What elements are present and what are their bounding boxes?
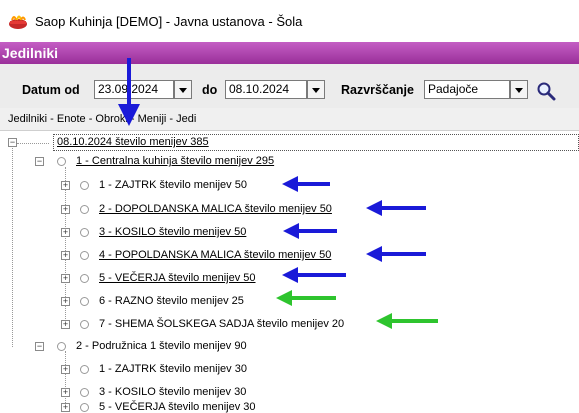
tree-unit-node[interactable]: 2 - Podružnica 1 število menijev 90 (76, 340, 247, 352)
expand-toggle[interactable]: + (61, 274, 70, 283)
blue-left-arrow-icon (282, 267, 346, 283)
blue-left-arrow-icon (283, 223, 337, 239)
tree-connector (12, 143, 13, 347)
expand-toggle[interactable]: + (61, 365, 70, 374)
title-bar: Saop Kuhinja [DEMO] - Javna ustanova - Š… (0, 0, 579, 42)
node-circle-icon (80, 320, 89, 329)
node-circle-icon (80, 205, 89, 214)
collapse-toggle[interactable]: − (8, 138, 17, 147)
sort-select[interactable]: Padajoče (424, 80, 510, 99)
node-circle-icon (80, 365, 89, 374)
node-circle-icon (80, 251, 89, 260)
blue-left-arrow-icon (366, 200, 426, 216)
expand-toggle[interactable]: + (61, 181, 70, 190)
expand-toggle[interactable]: + (61, 205, 70, 214)
date-from-dropdown-button[interactable] (174, 80, 192, 99)
tree-meal-node[interactable]: 1 - ZAJTRK število menijev 50 (99, 179, 247, 191)
sort-dropdown-button[interactable] (510, 80, 528, 99)
expand-toggle[interactable]: + (61, 320, 70, 329)
node-circle-icon (57, 342, 66, 351)
tree-meal-node[interactable]: 1 - ZAJTRK število menijev 30 (99, 363, 247, 375)
expand-toggle[interactable]: + (61, 297, 70, 306)
tree-meal-node[interactable]: 6 - RAZNO število menijev 25 (99, 295, 244, 307)
breadcrumb-text: Jedilniki - Enote - Obroki - Meniji - Je… (8, 113, 197, 125)
collapse-toggle[interactable]: − (35, 157, 44, 166)
expand-toggle[interactable]: + (61, 228, 70, 237)
window-title: Saop Kuhinja [DEMO] - Javna ustanova - Š… (35, 14, 303, 29)
node-circle-icon (80, 228, 89, 237)
tree-meal-node[interactable]: 3 - KOSILO število menijev 30 (99, 386, 246, 398)
expand-toggle[interactable]: + (61, 251, 70, 260)
section-header: Jedilniki (0, 42, 579, 64)
tree-unit-node[interactable]: 1 - Centralna kuhinja število menijev 29… (76, 155, 274, 167)
app-logo-icon (9, 15, 27, 29)
node-circle-icon (80, 181, 89, 190)
collapse-toggle[interactable]: − (35, 342, 44, 351)
filter-bar: Datum od 23.09.2024 do 08.10.2024 Razvrš… (0, 64, 579, 109)
date-to-dropdown-button[interactable] (307, 80, 325, 99)
tree-connector (17, 143, 49, 144)
node-circle-icon (80, 297, 89, 306)
sort-label: Razvrščanje (341, 83, 414, 97)
tree-meal-node[interactable]: 7 - SHEMA ŠOLSKEGA SADJA število menijev… (99, 318, 344, 330)
tree-meal-node[interactable]: 3 - KOSILO število menijev 50 (99, 226, 246, 238)
tree-root-node[interactable]: 08.10.2024 število menijev 385 (57, 136, 209, 148)
expand-toggle[interactable]: + (61, 403, 70, 412)
green-left-arrow-icon (376, 313, 438, 329)
blue-left-arrow-icon (366, 246, 426, 262)
section-title: Jedilniki (2, 45, 59, 61)
breadcrumb: Jedilniki - Enote - Obroki - Meniji - Je… (0, 108, 579, 131)
tree-meal-node[interactable]: 5 - VEČERJA število menijev 50 (99, 272, 256, 284)
node-circle-icon (80, 403, 89, 412)
date-from-label: Datum od (22, 83, 80, 97)
date-to-label: do (202, 83, 218, 97)
node-circle-icon (80, 274, 89, 283)
date-to-field[interactable]: 08.10.2024 (225, 80, 307, 99)
tree-meal-node[interactable]: 2 - DOPOLDANSKA MALICA število menijev 5… (99, 203, 332, 215)
node-circle-icon (80, 388, 89, 397)
tree-meal-node[interactable]: 4 - POPOLDANSKA MALICA število menijev 5… (99, 249, 331, 261)
tree-meal-node[interactable]: 5 - VEČERJA število menijev 30 (99, 401, 256, 413)
blue-down-arrow-icon (118, 58, 140, 126)
node-circle-icon (57, 157, 66, 166)
green-left-arrow-icon (276, 290, 336, 306)
expand-toggle[interactable]: + (61, 388, 70, 397)
search-icon[interactable] (536, 81, 556, 101)
blue-left-arrow-icon (282, 176, 330, 192)
